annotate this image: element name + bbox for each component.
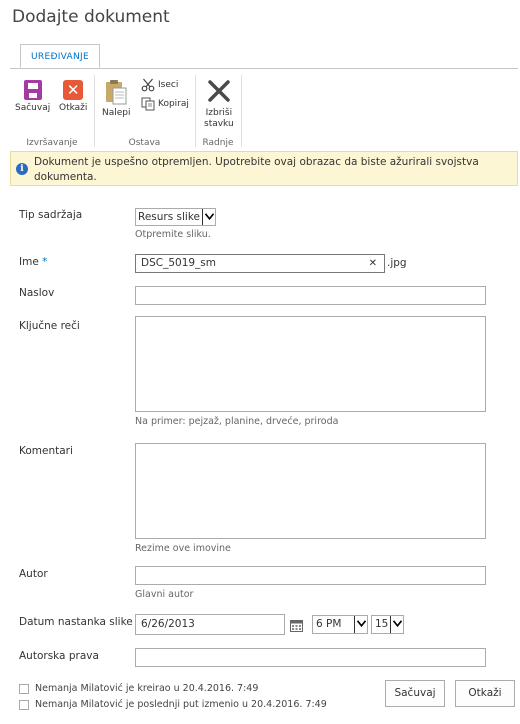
date-created-label: Datum nastanka slike — [19, 616, 133, 628]
created-text: Nemanja Milatović je kreirao u 20.4.2016… — [35, 683, 259, 694]
required-mark: * — [42, 256, 48, 268]
ribbon-paste-label: Nalepi — [102, 108, 131, 118]
cancel-icon: ✕ — [63, 80, 84, 100]
comments-textarea[interactable] — [135, 443, 486, 539]
delete-label-line2: stavku — [204, 119, 234, 129]
modified-text: Nemanja Milatović je poslednji put izmen… — [35, 699, 327, 710]
keywords-label: Ključne reči — [19, 320, 80, 332]
created-info: Nemanja Milatović je kreirao u 20.4.2016… — [19, 683, 258, 694]
ribbon-paste-button[interactable]: Nalepi — [102, 79, 131, 119]
content-type-label: Tip sadržaja — [19, 209, 83, 221]
hour-select[interactable]: 6 PM — [312, 615, 368, 634]
ribbon-tabstrip: UREĐIVANJE — [10, 44, 518, 69]
keywords-textarea[interactable] — [135, 316, 486, 412]
ribbon-cut-label: Iseci — [158, 80, 179, 90]
ribbon-save-label: Sačuvaj — [15, 103, 51, 113]
ribbon-divider — [94, 75, 95, 147]
file-extension: .jpg — [387, 257, 407, 269]
copyright-label: Autorska prava — [19, 650, 99, 662]
comments-hint: Rezime ove imovine — [135, 543, 231, 554]
name-input-value: DSC_5019_sm — [141, 257, 217, 269]
copyright-input[interactable] — [135, 648, 486, 667]
name-input[interactable]: DSC_5019_sm ✕ — [135, 254, 385, 273]
ribbon-delete-button[interactable]: Izbriši stavku — [204, 80, 234, 130]
created-checkbox-icon — [19, 683, 29, 694]
chevron-down-icon — [202, 209, 215, 225]
chevron-down-icon — [354, 616, 367, 633]
ribbon-cancel-button[interactable]: ✕ Otkaži — [59, 80, 87, 114]
status-message: i Dokument je uspešno otpremljen. Upotre… — [10, 151, 518, 186]
ribbon: Sačuvaj ✕ Otkaži Izvršavanje Nalepi Isec… — [10, 68, 518, 148]
tab-edit[interactable]: UREĐIVANJE — [20, 44, 100, 68]
ribbon-cut-button[interactable]: Iseci — [141, 78, 178, 92]
author-label: Autor — [19, 568, 48, 580]
ribbon-cancel-label: Otkaži — [59, 103, 88, 113]
minute-value: 15 — [375, 618, 389, 630]
content-type-hint: Otpremite sliku. — [135, 229, 211, 240]
scissors-icon — [141, 78, 155, 92]
author-hint: Glavni autor — [135, 589, 194, 600]
author-input[interactable] — [135, 566, 486, 585]
chevron-down-icon — [390, 616, 403, 633]
minute-select[interactable]: 15 — [371, 615, 404, 634]
group-label-clipboard: Ostava — [128, 138, 161, 148]
status-message-text: Dokument je uspešno otpremljen. Upotrebi… — [34, 156, 479, 183]
page-title: Dodajte dokument — [12, 7, 170, 27]
ribbon-divider — [195, 75, 196, 147]
copy-icon — [141, 97, 155, 111]
group-label-commit: Izvršavanje — [26, 138, 78, 148]
ribbon-save-button[interactable]: Sačuvaj — [15, 80, 50, 114]
modified-info: Nemanja Milatović je poslednji put izmen… — [19, 699, 327, 710]
clear-icon[interactable]: ✕ — [369, 255, 377, 272]
delete-x-icon — [207, 80, 231, 105]
keywords-hint: Na primer: pejzaž, planine, drveće, prir… — [135, 416, 339, 427]
name-label: Ime * — [19, 256, 47, 268]
date-input[interactable]: 6/26/2013 — [135, 614, 285, 635]
paste-icon — [105, 79, 127, 105]
hour-value: 6 PM — [316, 618, 342, 630]
delete-label-line1: Izbriši — [205, 108, 233, 118]
title-label: Naslov — [19, 287, 55, 299]
modified-checkbox-icon — [19, 699, 29, 710]
cancel-button[interactable]: Otkaži — [455, 680, 515, 707]
name-label-text: Ime — [19, 256, 39, 268]
calendar-icon[interactable] — [290, 617, 303, 636]
title-input[interactable] — [135, 286, 486, 305]
info-icon: i — [16, 163, 28, 175]
content-type-select[interactable]: Resurs slike — [135, 208, 216, 226]
ribbon-delete-label: Izbriši stavku — [204, 108, 234, 130]
ribbon-divider — [241, 75, 242, 147]
save-icon — [23, 80, 42, 100]
content-type-value: Resurs slike — [138, 211, 201, 223]
ribbon-copy-button[interactable]: Kopiraj — [141, 97, 189, 111]
comments-label: Komentari — [19, 445, 73, 457]
save-button[interactable]: Sačuvaj — [385, 680, 445, 707]
group-label-actions: Radnje — [202, 138, 234, 148]
ribbon-copy-label: Kopiraj — [158, 99, 189, 109]
